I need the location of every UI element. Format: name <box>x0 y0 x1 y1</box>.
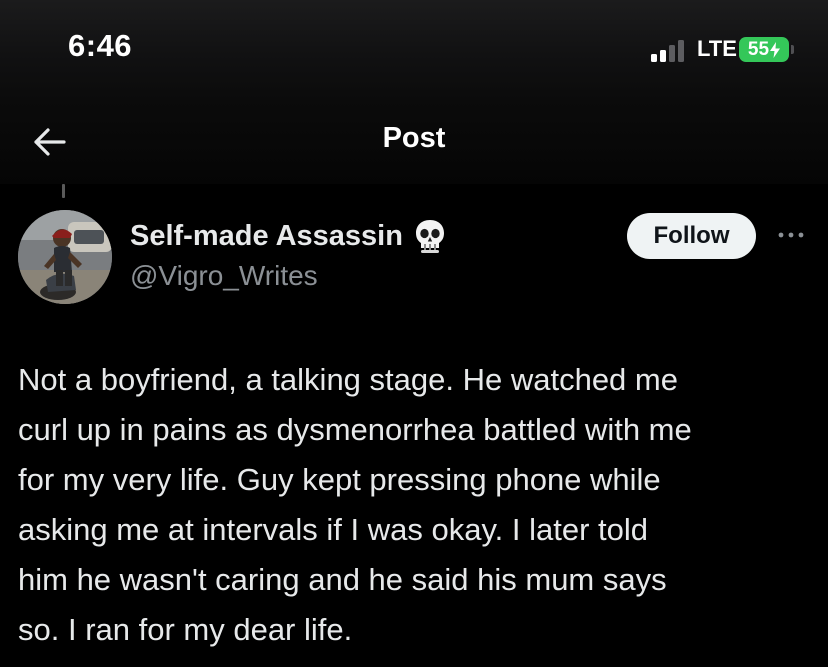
post-text-line: for my very life. Guy kept pressing phon… <box>18 462 661 497</box>
battery-level: 55 <box>747 38 770 60</box>
post-text-line: asking me at intervals if I was okay. I … <box>18 512 649 547</box>
page-title: Post <box>382 122 446 154</box>
post-text-line: so. I ran for my dear life. <box>18 612 353 647</box>
battery-tip <box>791 45 794 54</box>
skull-icon <box>413 218 447 254</box>
battery-charging-icon: 55 <box>739 37 789 62</box>
author-display-name: Self-made Assassin <box>130 219 403 252</box>
network-type: LTE <box>697 36 737 61</box>
status-time: 6:46 <box>68 28 133 63</box>
status-bar: 6:46 LTE 55 <box>0 0 828 100</box>
author-handle[interactable]: @Vigro_Writes <box>130 260 318 292</box>
author-display-name-row[interactable]: Self-made Assassin <box>130 218 447 254</box>
more-horizontal-icon <box>778 232 804 238</box>
top-nav-bar: Post <box>0 100 828 184</box>
avatar[interactable] <box>18 210 112 304</box>
more-options-button[interactable] <box>774 224 808 246</box>
post-text: Not a boyfriend, a talking stage. He wat… <box>18 355 818 655</box>
thread-connector-line <box>62 184 65 198</box>
post-text-line: curl up in pains as dysmenorrhea battled… <box>18 412 692 447</box>
post-text-line: Not a boyfriend, a talking stage. He wat… <box>18 362 678 397</box>
follow-button[interactable]: Follow <box>627 213 756 259</box>
cellular-signal-icon <box>651 38 691 62</box>
post-text-line: him he wasn't caring and he said his mum… <box>18 562 667 597</box>
bolt-icon <box>770 41 781 58</box>
